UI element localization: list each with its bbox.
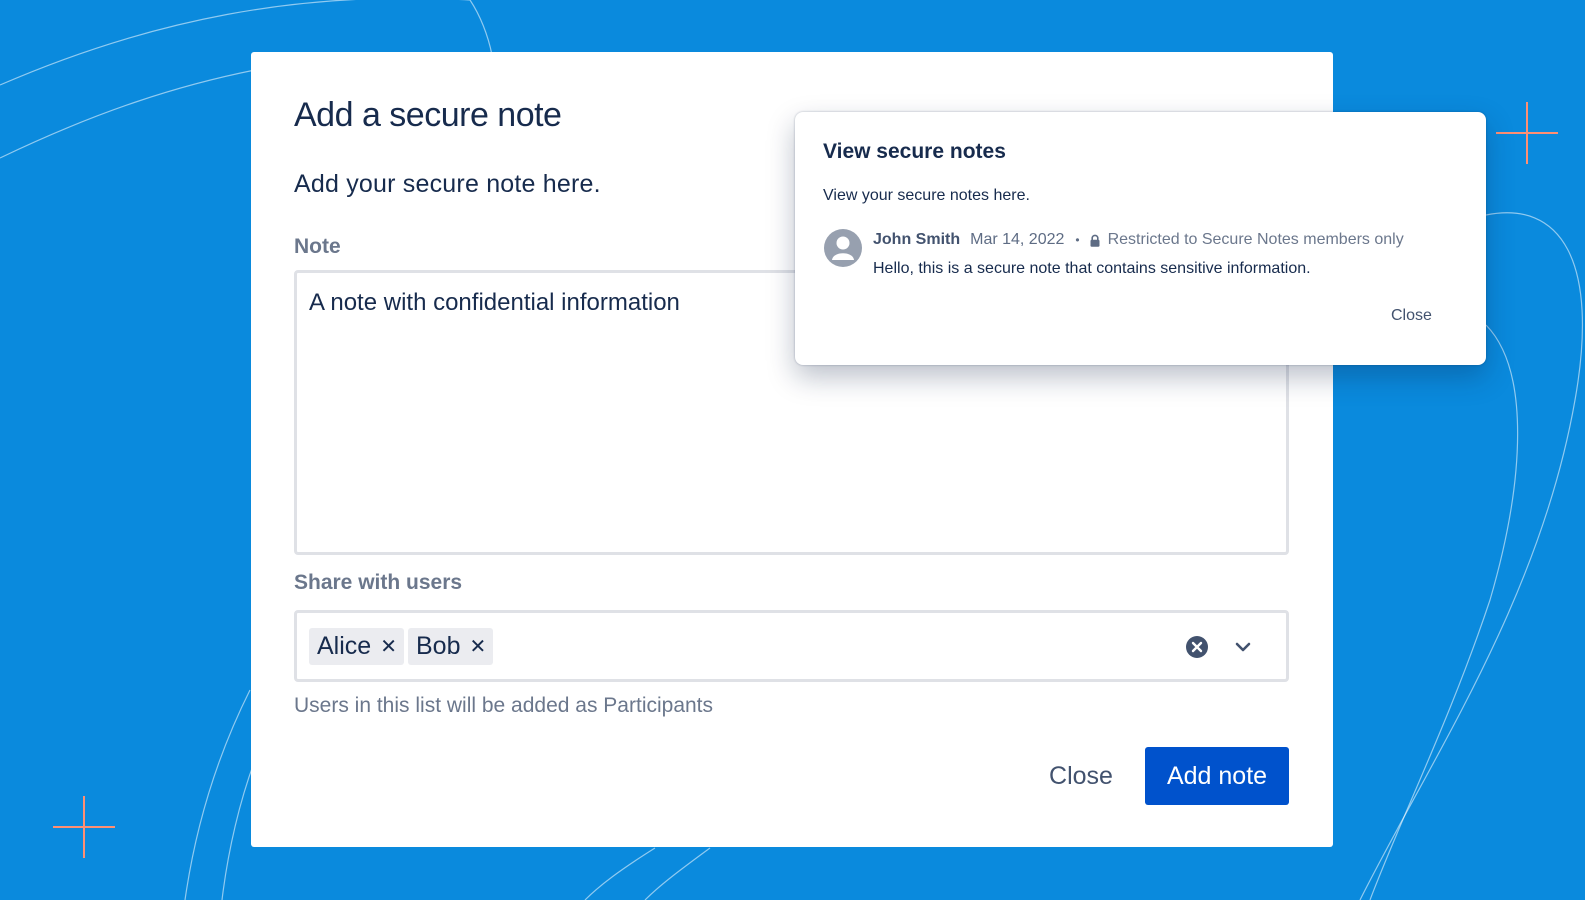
user-chip-label: Bob bbox=[416, 632, 461, 660]
user-chip-bob: Bob ✕ bbox=[408, 628, 494, 665]
popup-title: View secure notes bbox=[823, 140, 1006, 163]
user-chip-alice: Alice ✕ bbox=[309, 628, 404, 665]
note-label: Note bbox=[294, 235, 341, 258]
close-button[interactable]: Close bbox=[1021, 747, 1141, 805]
note-meta: John Smith Mar 14, 2022 • Restricted to … bbox=[873, 231, 1404, 249]
popup-close-button[interactable]: Close bbox=[1391, 307, 1432, 325]
share-users-select[interactable]: Alice ✕ Bob ✕ bbox=[294, 610, 1289, 682]
user-chip-label: Alice bbox=[317, 632, 372, 660]
popup-description: View your secure notes here. bbox=[823, 187, 1030, 204]
close-icon[interactable]: ✕ bbox=[469, 634, 486, 659]
user-avatar-icon bbox=[824, 229, 862, 267]
add-note-button[interactable]: Add note bbox=[1145, 747, 1289, 805]
plus-decoration-bottom-left bbox=[53, 796, 115, 858]
note-date: Mar 14, 2022 bbox=[970, 231, 1065, 248]
view-secure-notes-popup: View secure notes View your secure notes… bbox=[795, 112, 1486, 365]
share-helper-text: Users in this list will be added as Part… bbox=[294, 694, 714, 717]
note-author: John Smith bbox=[873, 231, 961, 248]
dialog-title: Add a secure note bbox=[294, 96, 562, 134]
note-text: A note with confidential information bbox=[309, 289, 680, 316]
chevron-down-icon[interactable] bbox=[1234, 638, 1252, 656]
clear-circle-icon[interactable] bbox=[1185, 635, 1209, 659]
plus-decoration-top-right bbox=[1496, 102, 1558, 164]
note-restriction: Restricted to Secure Notes members only bbox=[1107, 231, 1404, 248]
dialog-description: Add your secure note here. bbox=[294, 170, 601, 198]
lock-icon bbox=[1090, 234, 1100, 247]
share-with-users-label: Share with users bbox=[294, 571, 463, 594]
note-body: Hello, this is a secure note that contai… bbox=[873, 260, 1311, 277]
meta-separator: • bbox=[1075, 233, 1080, 247]
close-icon[interactable]: ✕ bbox=[380, 634, 397, 659]
